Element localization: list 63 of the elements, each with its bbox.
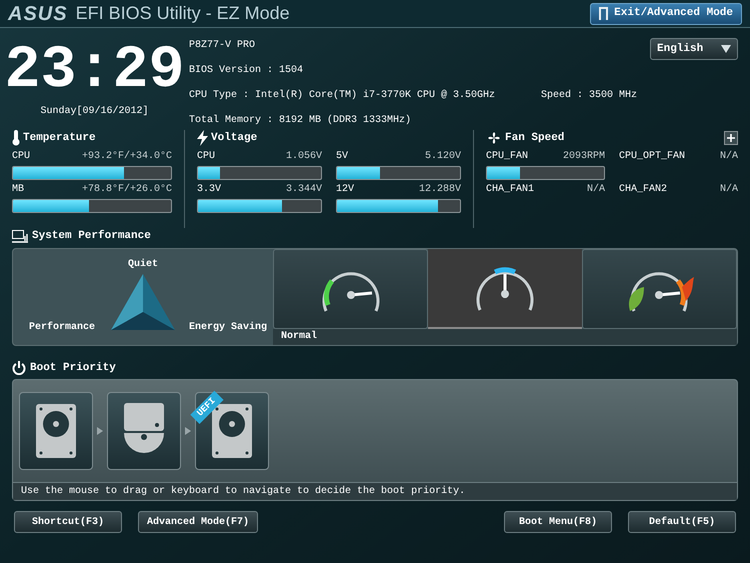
sensor-reading: 12.288V — [418, 182, 461, 196]
clock-date: Sunday[09/16/2012] — [40, 104, 149, 119]
footer-button[interactable]: Default(F5) — [628, 511, 736, 533]
sensor-reading: +93.2°F/+34.0°C — [82, 150, 172, 164]
section-title: Voltage — [211, 131, 258, 146]
plus-icon — [727, 134, 735, 142]
exit-advanced-mode-button[interactable]: Exit/Advanced Mode — [590, 2, 742, 24]
lightning-icon — [197, 130, 208, 146]
boot-device-tile[interactable] — [107, 392, 181, 470]
power-icon — [12, 360, 26, 375]
door-icon — [599, 7, 608, 20]
sensor-label: CPU — [197, 150, 216, 164]
thermometer-icon — [12, 130, 20, 146]
sensor-reading: 1.056V — [286, 150, 322, 164]
sensor-label: CPU_FAN — [486, 150, 528, 164]
expand-button[interactable] — [724, 131, 738, 146]
fan-icon — [486, 130, 502, 146]
section-title: System Performance — [32, 228, 151, 244]
quiet-label: Quiet — [128, 258, 158, 272]
total-memory: Total Memory : 8192 MB (DDR3 1333MHz) — [189, 114, 412, 128]
motherboard-model: P8Z77-V PRO — [189, 39, 256, 53]
performance-mode-tile[interactable] — [582, 248, 737, 328]
sensor-label: CPU — [12, 150, 30, 164]
asus-logo: ASUS — [8, 2, 68, 26]
boot-device-tile[interactable] — [19, 392, 93, 470]
performance-label: Performance — [29, 320, 96, 334]
sensor-reading: N/A — [720, 150, 738, 164]
sensor-reading: 5.120V — [424, 150, 461, 164]
bios-version: BIOS Version : 1504 — [189, 64, 304, 78]
dropdown-caret-icon — [721, 45, 731, 53]
sensor-label: CHA_FAN1 — [486, 182, 534, 196]
language-dropdown[interactable]: English — [650, 38, 738, 60]
sensor-label: CHA_FAN2 — [619, 182, 668, 196]
section-title: Temperature — [23, 131, 96, 146]
sensor-reading: N/A — [586, 182, 605, 196]
sensor-label: 5V — [336, 150, 348, 164]
arrow-icon — [185, 427, 191, 435]
footer-button[interactable]: Advanced Mode(F7) — [138, 511, 258, 533]
sensor-label: 3.3V — [197, 182, 222, 196]
footer-button[interactable]: Boot Menu(F8) — [504, 511, 612, 533]
boot-priority-hint: Use the mouse to drag or keyboard to navigate to decide the boot priority. — [13, 482, 737, 500]
sensor-reading: 2093RPM — [562, 150, 605, 164]
monitor-chart-icon — [12, 230, 28, 243]
energy-saving-label: Energy Saving — [188, 320, 267, 334]
sensor-label: MB — [12, 182, 24, 196]
footer-button[interactable]: Shortcut(F3) — [14, 511, 122, 533]
section-title: Fan Speed — [505, 131, 564, 146]
window-title: EFI BIOS Utility - EZ Mode — [76, 2, 290, 25]
sensor-label: 12V — [336, 182, 354, 196]
clock-time: 23:29 — [4, 38, 185, 104]
sensor-reading: +78.8°F/+26.0°C — [82, 182, 172, 196]
mode-triangle-drawing[interactable] — [111, 274, 175, 332]
hard-drive-icon — [36, 404, 76, 458]
sensor-label: CPU_OPT_FAN — [619, 150, 686, 164]
sensor-reading: N/A — [720, 182, 738, 196]
arrow-icon — [97, 427, 103, 435]
cpu-type: CPU Type : Intel(R) Core(TM) i7-3770K CPU @ 3.50GHz — [189, 88, 496, 103]
performance-mode-tile[interactable] — [273, 248, 428, 328]
performance-mode-tile[interactable] — [428, 248, 582, 328]
section-title: Boot Priority — [30, 360, 116, 376]
selected-mode-label: Normal — [273, 328, 737, 344]
cpu-speed: Speed : 3500 MHz — [541, 88, 638, 103]
sensor-reading: 3.344V — [286, 182, 322, 196]
